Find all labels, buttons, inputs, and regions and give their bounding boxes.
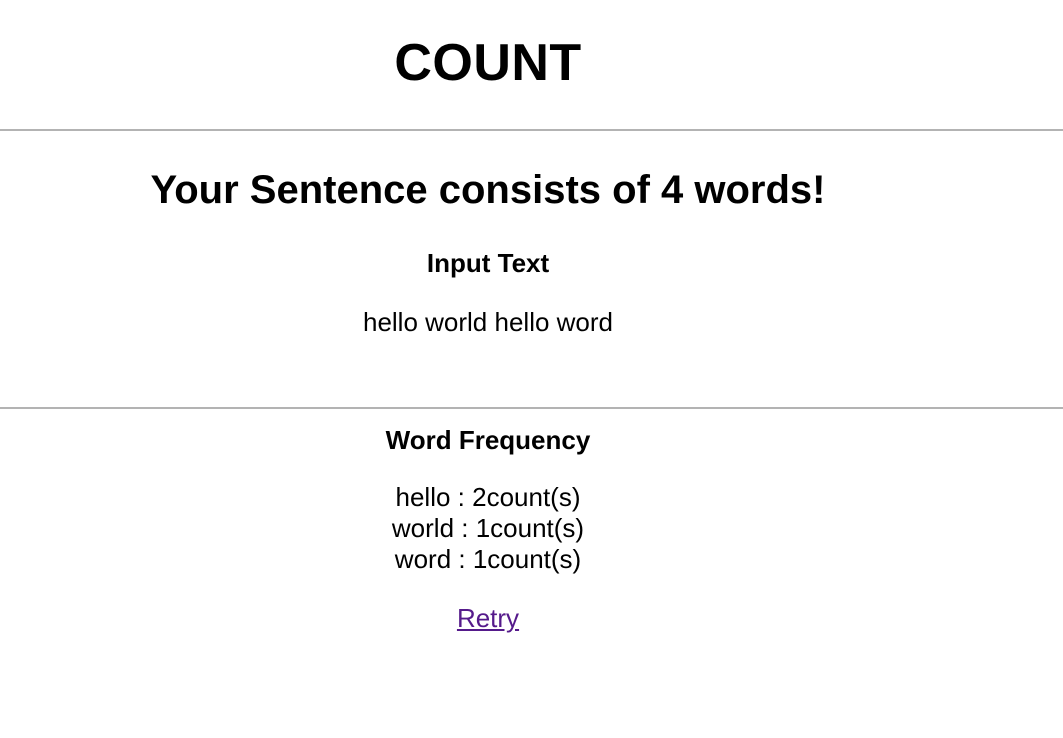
word-frequency-heading: Word Frequency <box>385 425 591 455</box>
app-title: COUNT <box>394 34 582 92</box>
word-count-heading: Your Sentence consists of 4 words! <box>150 168 826 212</box>
input-text-value: hello world hello word <box>362 307 614 337</box>
word-frequency-list: hello : 2count(s) world : 1count(s) word… <box>0 482 976 575</box>
middle-divider <box>0 407 1063 409</box>
retry-container: Retry <box>0 602 976 634</box>
retry-link[interactable]: Retry <box>457 603 519 633</box>
input-text-heading: Input Text <box>426 248 550 278</box>
frequency-item-hello: hello : 2count(s) <box>395 482 581 512</box>
frequency-item-word: word : 1count(s) <box>394 544 582 574</box>
top-divider <box>0 129 1063 131</box>
frequency-item-world: world : 1count(s) <box>391 513 585 543</box>
